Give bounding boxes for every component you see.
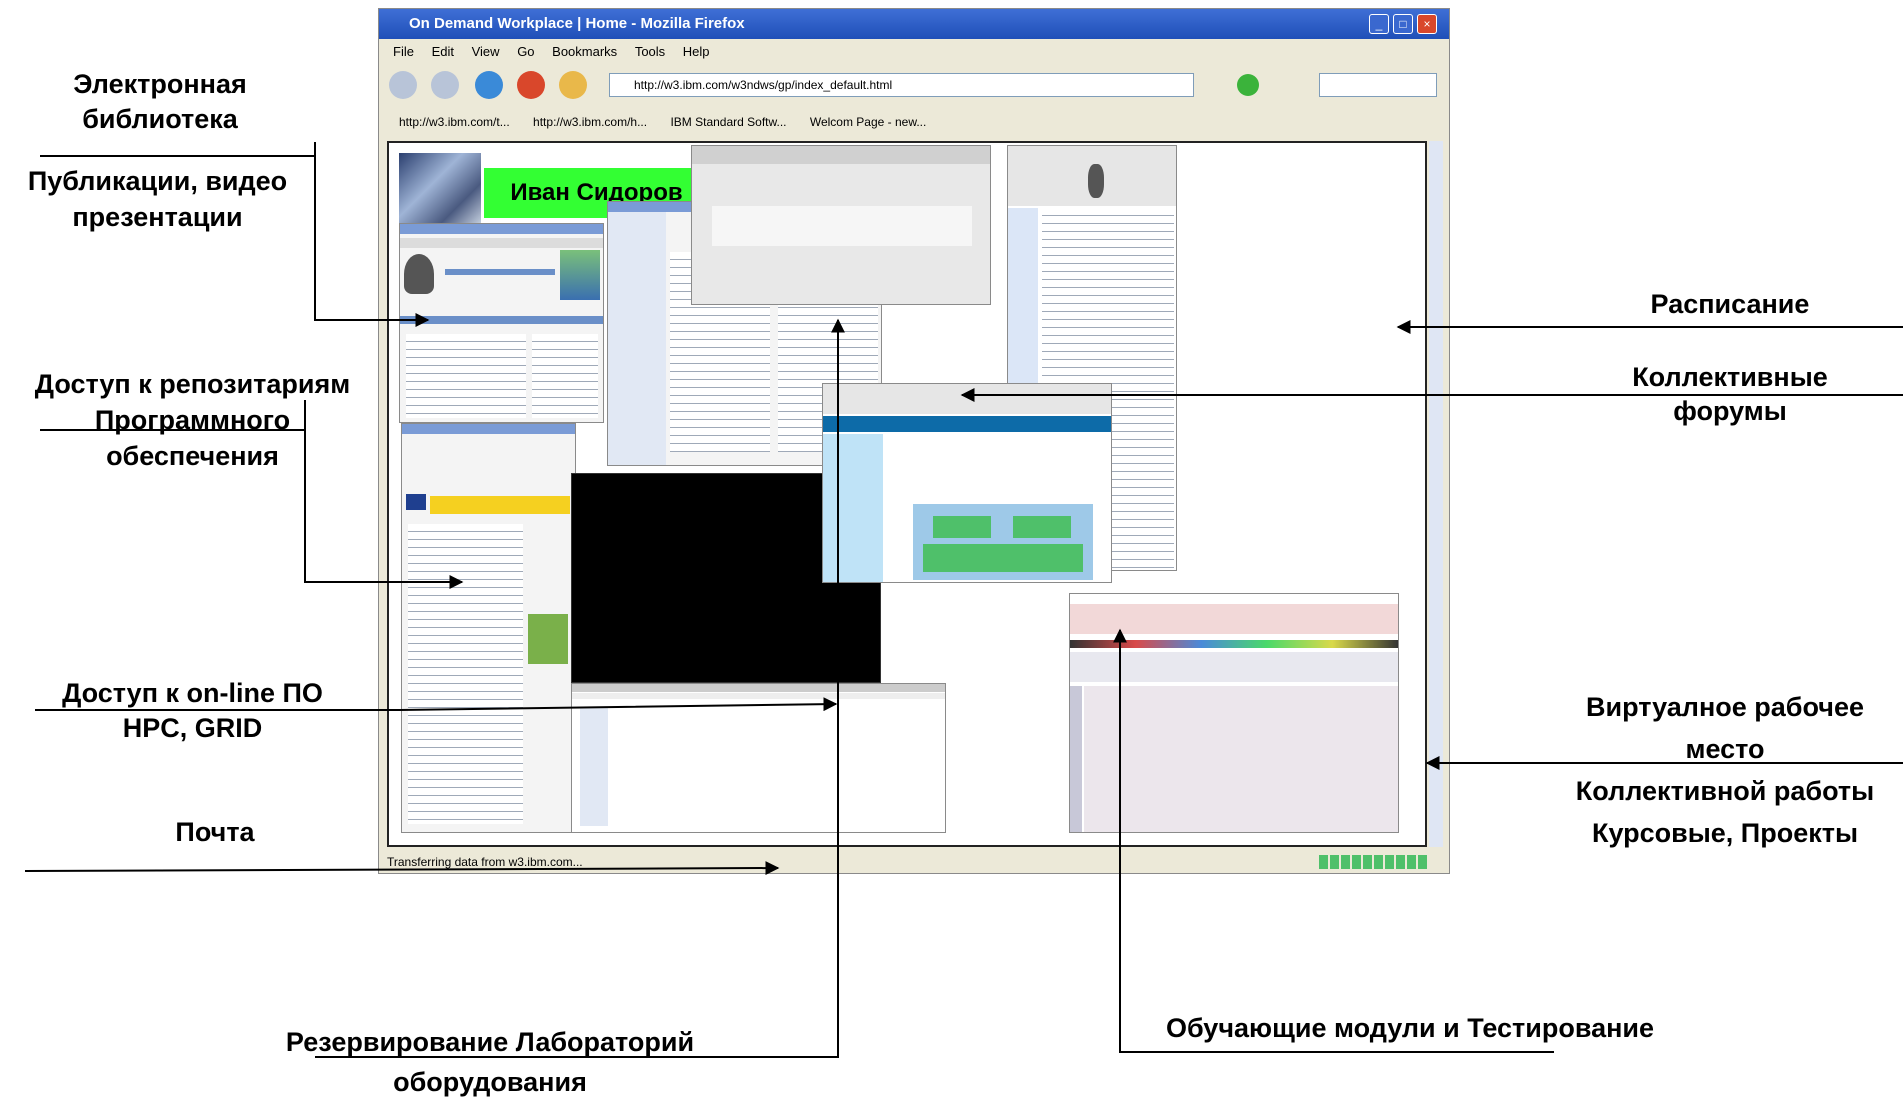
connector-overlay (24, 142, 1903, 1058)
arrow-online (35, 697, 838, 712)
arrow-mail (24, 861, 780, 876)
arrow-repo (304, 400, 464, 589)
arrow-elibrary (314, 142, 430, 327)
arrow-training (1113, 628, 1554, 1053)
arrow-lab (315, 318, 845, 1058)
